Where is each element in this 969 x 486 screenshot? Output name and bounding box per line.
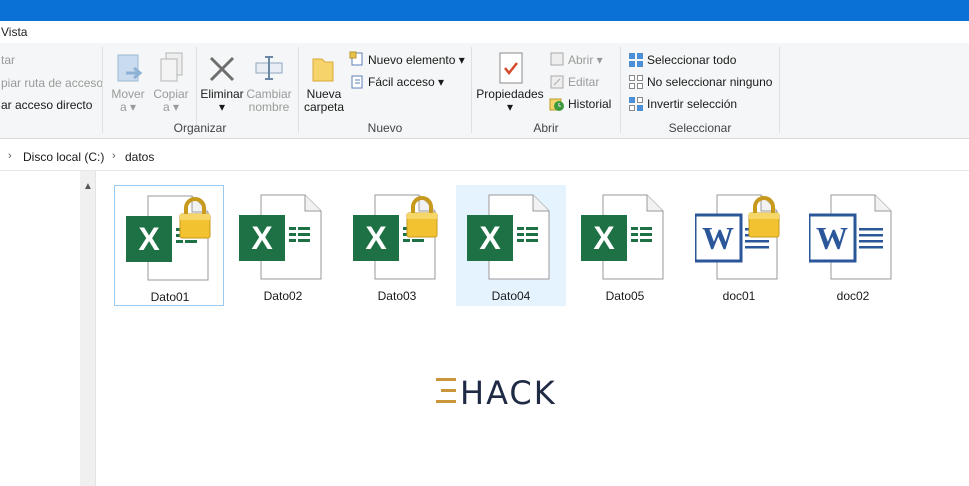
- scroll-up-icon[interactable]: ▲: [83, 181, 93, 192]
- menu-bar: Vista: [0, 21, 969, 44]
- title-bar: [0, 0, 969, 21]
- open-label: Abrir: [568, 53, 594, 67]
- rename-icon: [254, 53, 284, 86]
- file-name-label: doc02: [836, 289, 870, 303]
- group-label-abrir: Abrir: [533, 121, 559, 135]
- chevron-right-icon: ›: [112, 150, 116, 162]
- file-item-doc02[interactable]: W doc02: [798, 185, 908, 306]
- group-label-nuevo: Nuevo: [367, 121, 403, 135]
- delete-x-icon: [208, 55, 236, 86]
- svg-text:X: X: [138, 221, 160, 257]
- file-name-label: Dato04: [491, 289, 531, 303]
- svg-text:W: W: [816, 220, 848, 256]
- new-item-label: Nuevo elemento: [368, 53, 456, 67]
- easy-access-label: Fácil acceso: [368, 75, 435, 89]
- invert-selection-icon: [628, 96, 644, 115]
- breadcrumb-disk[interactable]: Disco local (C:): [23, 150, 104, 164]
- hack-logo-text: HACK: [460, 374, 557, 408]
- svg-text:X: X: [479, 220, 501, 256]
- svg-text:X: X: [593, 220, 615, 256]
- file-item-dato03[interactable]: X Dato03: [342, 185, 452, 306]
- file-item-dato01[interactable]: X Dato01: [114, 185, 224, 306]
- properties-icon: [498, 51, 524, 88]
- copy-to-label-2: a: [162, 100, 170, 114]
- chevron-right-icon: ›: [8, 150, 12, 162]
- delete-button[interactable]: Eliminar ▾: [200, 88, 244, 114]
- open-button[interactable]: Abrir ▾: [568, 53, 603, 67]
- edit-icon: [549, 74, 565, 93]
- nav-scrollbar[interactable]: ▲: [80, 171, 96, 486]
- file-name-label: Dato03: [377, 289, 417, 303]
- move-to-icon: [116, 53, 144, 90]
- file-name-label: Dato02: [263, 289, 303, 303]
- menu-vista[interactable]: Vista: [1, 25, 27, 39]
- select-none-icon: [628, 74, 644, 93]
- select-all-icon: [628, 52, 644, 71]
- svg-text:X: X: [251, 220, 273, 256]
- new-folder-label-2: carpeta: [303, 100, 345, 114]
- group-label-seleccionar: Seleccionar: [668, 121, 732, 135]
- open-icon: [549, 51, 565, 70]
- address-bar[interactable]: › Disco local (C:) › datos: [0, 144, 969, 171]
- select-none-button[interactable]: No seleccionar ninguno: [647, 75, 772, 89]
- file-name-label: doc01: [722, 289, 756, 303]
- easy-access-icon: [349, 74, 365, 93]
- pin-quick-access-button[interactable]: tar: [1, 53, 15, 67]
- file-name-label: Dato01: [150, 290, 190, 304]
- group-label-organizar: Organizar: [173, 121, 227, 135]
- history-icon: [549, 96, 565, 115]
- breadcrumb-folder[interactable]: datos: [125, 150, 154, 164]
- rename-button[interactable]: Cambiar nombre: [244, 88, 294, 114]
- hack-logo: HACK: [436, 374, 576, 412]
- ribbon-separator: [779, 47, 780, 133]
- file-name-label: Dato05: [605, 289, 645, 303]
- navigation-pane: [0, 171, 80, 486]
- file-item-dato02[interactable]: X Dato02: [228, 185, 338, 306]
- easy-access-button[interactable]: Fácil acceso ▾: [368, 75, 444, 89]
- new-item-icon: [349, 51, 365, 70]
- move-to-button[interactable]: Mover a ▾: [110, 88, 146, 114]
- copy-to-icon: [158, 51, 186, 88]
- ribbon: tar piar ruta de acceso ar acceso direct…: [0, 43, 969, 139]
- select-all-button[interactable]: Seleccionar todo: [647, 53, 736, 67]
- file-item-doc01[interactable]: W doc01: [684, 185, 794, 306]
- properties-button[interactable]: Propiedades ▾: [474, 88, 546, 114]
- new-folder-button[interactable]: Nueva carpeta: [300, 88, 348, 114]
- svg-text:W: W: [702, 220, 734, 256]
- copy-to-button[interactable]: Copiar a ▾: [151, 88, 191, 114]
- paste-shortcut-button[interactable]: ar acceso directo: [1, 98, 92, 112]
- history-button[interactable]: Historial: [568, 97, 611, 111]
- svg-text:X: X: [365, 220, 387, 256]
- invert-selection-button[interactable]: Invertir selección: [647, 97, 737, 111]
- file-item-dato04[interactable]: X Dato04: [456, 185, 566, 306]
- copy-path-button[interactable]: piar ruta de acceso: [1, 76, 103, 90]
- edit-button[interactable]: Editar: [568, 75, 599, 89]
- new-folder-icon: [311, 55, 335, 86]
- rename-label-2: nombre: [248, 100, 290, 114]
- file-item-dato05[interactable]: X Dato05: [570, 185, 680, 306]
- new-item-button[interactable]: Nuevo elemento ▾: [368, 53, 465, 67]
- move-to-label-2: a: [119, 100, 127, 114]
